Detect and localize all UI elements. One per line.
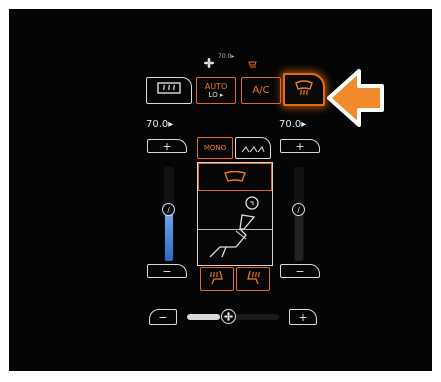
fan-icon <box>204 53 214 68</box>
fan-plus-button[interactable]: + <box>289 309 317 325</box>
status-bar: 70.0▸ <box>204 53 264 68</box>
seat-heat-icon <box>208 269 226 289</box>
left-slider-knob[interactable]: / <box>162 203 175 216</box>
windshield-mode-button[interactable] <box>198 163 272 191</box>
windshield-icon <box>224 168 246 187</box>
right-temp: 70.0▸ <box>279 119 307 130</box>
right-slider-fill <box>295 212 303 261</box>
right-plus-label: + <box>295 139 305 153</box>
status-temp: 70.0▸ <box>218 53 235 60</box>
left-minus-label: − <box>162 264 172 278</box>
seat-sync-icon <box>241 139 265 158</box>
seat-sync-button[interactable] <box>235 137 271 159</box>
status-defrost-icon <box>248 54 257 68</box>
ac-button[interactable]: A/C <box>241 77 281 104</box>
fan-slider-fill <box>187 314 221 320</box>
ac-label: A/C <box>252 84 270 96</box>
auto-label: AUTO <box>204 81 228 91</box>
right-temp-plus-button[interactable]: + <box>280 139 320 153</box>
mono-label: MONO <box>203 143 227 152</box>
left-temp-slider[interactable]: / <box>162 167 175 261</box>
mono-button[interactable]: MONO <box>197 137 233 159</box>
fan-minus-button[interactable]: − <box>149 309 177 325</box>
front-defrost-button[interactable] <box>283 73 325 106</box>
left-seat-heat-button[interactable] <box>200 267 234 291</box>
left-temp: 70.0▸ <box>146 119 174 130</box>
fan-speed-slider[interactable] <box>187 309 279 324</box>
seat-heat-icon <box>244 269 262 289</box>
airflow-panel <box>197 162 273 266</box>
left-plus-label: + <box>162 139 172 153</box>
right-temp-slider[interactable]: / <box>292 167 305 261</box>
right-seat-heat-button[interactable] <box>236 267 270 291</box>
climate-screen: 70.0▸ AUTO LO ▸ A/C 70.0▸ 70.0▸ + + MONO… <box>9 9 432 371</box>
left-slider-fill <box>165 212 173 261</box>
front-defrost-icon <box>294 79 314 100</box>
left-temp-minus-button[interactable]: − <box>147 264 187 278</box>
auto-sub-label: LO ▸ <box>208 90 224 99</box>
right-minus-label: − <box>295 264 305 278</box>
rear-defrost-button[interactable] <box>146 77 192 104</box>
pointer-arrow-icon <box>327 67 385 129</box>
fan-slider-knob[interactable] <box>221 309 236 324</box>
rear-defrost-icon <box>156 81 182 101</box>
right-temp-minus-button[interactable]: − <box>280 264 320 278</box>
fan-plus-label: + <box>298 310 308 324</box>
right-slider-knob[interactable]: / <box>292 203 305 216</box>
auto-button[interactable]: AUTO LO ▸ <box>196 77 236 104</box>
left-temp-plus-button[interactable]: + <box>147 139 187 153</box>
seat-icon <box>206 195 266 265</box>
fan-minus-label: − <box>158 310 168 324</box>
